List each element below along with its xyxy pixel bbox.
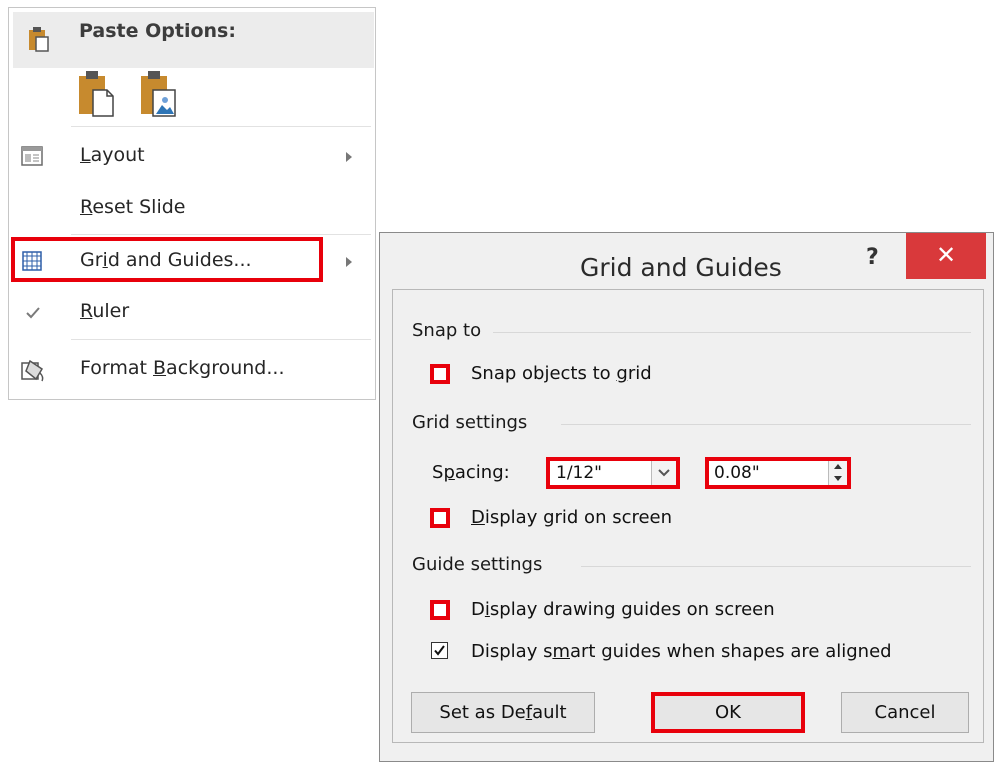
checkmark-icon [26, 307, 40, 319]
help-button[interactable]: ? [866, 245, 879, 270]
snap-to-heading: Snap to [412, 320, 482, 341]
cancel-button[interactable]: Cancel [841, 692, 969, 733]
smart-guides-checkbox[interactable] [431, 642, 448, 659]
group-divider [561, 424, 971, 425]
context-menu: Paste Options: Layout Reset Slide Grid a… [8, 7, 376, 400]
checkmark-icon [434, 645, 445, 656]
close-button[interactable]: ✕ [906, 233, 986, 279]
spacing-number-value: 0.08" [714, 463, 760, 483]
smart-guides-label[interactable]: Display smart guides when shapes are ali… [471, 641, 892, 662]
set-as-default-button[interactable]: Set as Default [411, 692, 595, 733]
spin-buttons[interactable] [828, 461, 847, 485]
submenu-arrow-icon [346, 257, 352, 267]
paste-options-header: Paste Options: [13, 12, 374, 68]
spin-up-icon[interactable] [833, 463, 843, 470]
paste-keep-formatting-icon[interactable] [77, 70, 117, 118]
layout-icon [21, 146, 43, 166]
ok-button[interactable]: OK [651, 692, 805, 733]
dialog-title: Grid and Guides [580, 253, 782, 282]
display-drawing-guides-label[interactable]: Display drawing guides on screen [471, 599, 775, 620]
grid-and-guides-dialog: Grid and Guides ? ✕ Snap to Snap objects… [379, 232, 994, 762]
menu-item-ruler[interactable]: Ruler [80, 300, 129, 322]
guide-settings-heading: Guide settings [412, 554, 543, 575]
menu-item-reset-slide[interactable]: Reset Slide [80, 196, 186, 218]
chevron-down-icon [658, 469, 670, 477]
display-grid-label[interactable]: Display grid on screen [471, 507, 672, 528]
display-grid-checkbox[interactable] [430, 508, 450, 528]
paste-options-label: Paste Options: [79, 20, 236, 42]
group-divider [493, 332, 971, 333]
spin-down-icon[interactable] [833, 475, 843, 482]
menu-item-format-background[interactable]: Format Background... [80, 357, 284, 379]
grid-and-guides-highlight [11, 237, 323, 282]
group-divider [581, 566, 971, 567]
paste-picture-icon[interactable] [139, 70, 179, 118]
display-drawing-guides-checkbox[interactable] [430, 600, 450, 620]
snap-objects-to-grid-label[interactable]: Snap objects to grid [471, 363, 652, 384]
close-icon: ✕ [935, 241, 957, 269]
menu-separator [71, 339, 371, 340]
spacing-select-value: 1/12" [556, 463, 602, 483]
menu-item-layout[interactable]: Layout [80, 144, 145, 166]
dropdown-button[interactable] [651, 461, 676, 485]
menu-separator [71, 126, 371, 127]
dialog-content: Snap to Snap objects to grid Grid settin… [392, 289, 984, 743]
format-background-icon [21, 359, 44, 382]
menu-separator [71, 234, 371, 235]
submenu-arrow-icon [346, 152, 352, 162]
spacing-label: Spacing: [432, 462, 510, 483]
grid-settings-heading: Grid settings [412, 412, 528, 433]
spacing-select[interactable]: 1/12" [546, 457, 680, 489]
spacing-number-input[interactable]: 0.08" [705, 457, 851, 489]
paste-options-icon [29, 27, 49, 52]
snap-objects-to-grid-checkbox[interactable] [430, 364, 450, 384]
